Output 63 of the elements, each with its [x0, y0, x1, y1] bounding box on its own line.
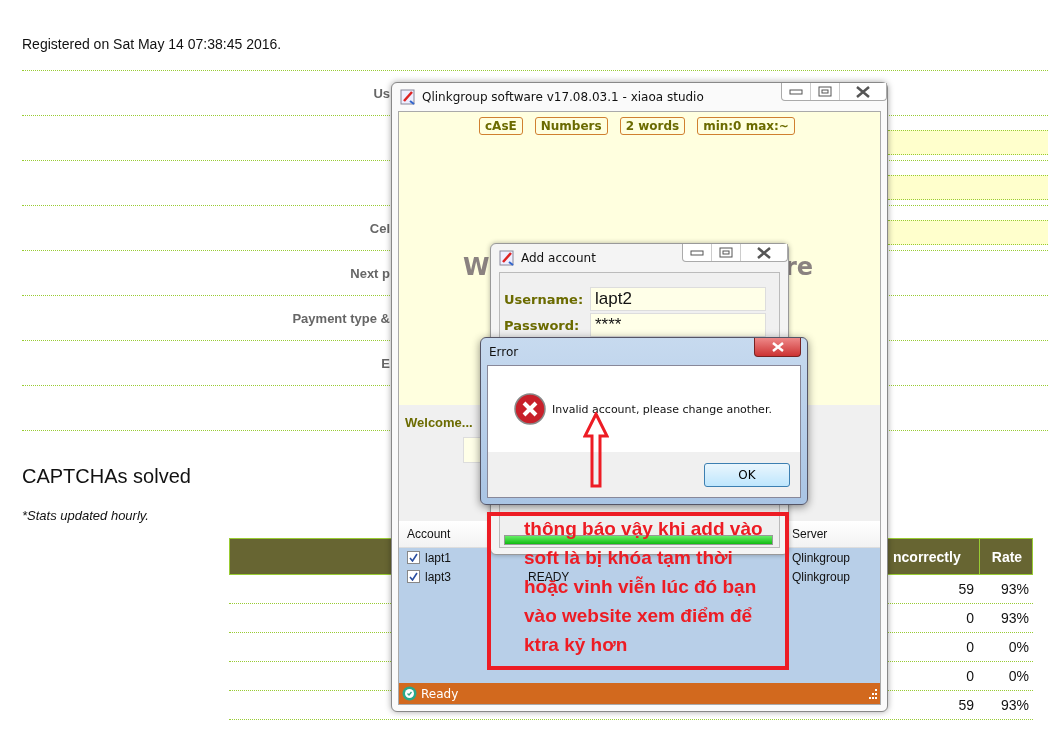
maximize-icon: [818, 86, 832, 97]
option-tag[interactable]: 2 words: [619, 117, 686, 135]
column-header: Rate: [979, 539, 1034, 574]
dialog-title: Error: [489, 344, 519, 359]
status-text: Ready: [421, 686, 459, 701]
close-icon: [756, 246, 772, 259]
error-icon: [514, 393, 546, 425]
close-icon: [855, 85, 871, 98]
server-cell: Qlinkgroup: [792, 569, 851, 584]
table-cell-text: 59: [957, 697, 975, 713]
field-label: Password:: [504, 317, 581, 333]
dialog-title: Add account: [521, 251, 597, 265]
app-icon: [400, 89, 416, 105]
table-cell-text: 0: [965, 668, 975, 684]
table-cell-text: 93%: [999, 610, 1030, 626]
account-name: lapt1: [425, 550, 452, 565]
annotation-text: vào website xem điểm để: [524, 606, 753, 626]
table-cell-text: 93%: [999, 697, 1030, 713]
maximize-icon: [719, 247, 733, 258]
option-tag[interactable]: Numbers: [534, 117, 608, 135]
field-label: Next p: [350, 265, 390, 281]
checkbox[interactable]: [407, 570, 420, 583]
field-label: Username:: [504, 291, 585, 307]
welcome-label: Welcome...: [405, 415, 473, 430]
annotation-text: soft là bị khóa tạm thời: [524, 548, 733, 568]
table-cell-text: 0%: [1007, 668, 1030, 684]
column-header[interactable]: Server: [792, 527, 880, 541]
server-cell: Qlinkgroup: [792, 550, 851, 565]
table-cell-text: 0: [965, 610, 975, 626]
column-header: ncorrectly: [892, 548, 962, 565]
clock-icon: [402, 686, 417, 701]
error-message: Invalid account, please change another.: [552, 402, 772, 416]
table-cell-text: 0%: [1007, 639, 1030, 655]
account-name: lapt3: [425, 569, 452, 584]
app-icon: [499, 250, 515, 266]
field-label: Cel: [369, 220, 390, 236]
option-tag[interactable]: cAsE: [479, 117, 523, 135]
minimize-icon: [690, 248, 704, 257]
close-button[interactable]: [754, 338, 801, 357]
checkbox[interactable]: [407, 551, 420, 564]
input-field[interactable]: lapt2: [590, 287, 766, 311]
annotation-text: ktra kỷ hơn: [524, 635, 628, 655]
input-field[interactable]: [888, 174, 1048, 200]
field-label: Us: [373, 85, 390, 101]
close-icon: [770, 342, 785, 352]
registration-date: Registered on Sat May 14 07:38:45 2016.: [22, 36, 282, 52]
input-field[interactable]: [888, 219, 1048, 245]
field-label: Payment type &: [292, 310, 390, 326]
ok-button[interactable]: OK: [704, 462, 790, 487]
window-title: Qlinkgroup software v17.08.03.1 - xiaoa studio: [422, 90, 705, 104]
table-cell-text: 0: [965, 639, 975, 655]
section-title: CAPTCHAs solved: [22, 465, 191, 488]
field-label: E: [381, 355, 390, 371]
input-field[interactable]: ****: [590, 313, 766, 337]
table-cell-text: 59: [957, 581, 975, 597]
banner-text: W: [463, 253, 490, 281]
resize-grip-icon[interactable]: [867, 688, 877, 699]
input-field[interactable]: [888, 129, 1048, 155]
option-tag[interactable]: min:0 max:~: [697, 117, 795, 135]
stats-note: *Stats updated hourly.: [22, 508, 149, 523]
minimize-icon: [789, 87, 803, 96]
annotation-text: thông báo vậy khi add vào: [524, 519, 763, 539]
table-cell-text: 93%: [999, 581, 1030, 597]
